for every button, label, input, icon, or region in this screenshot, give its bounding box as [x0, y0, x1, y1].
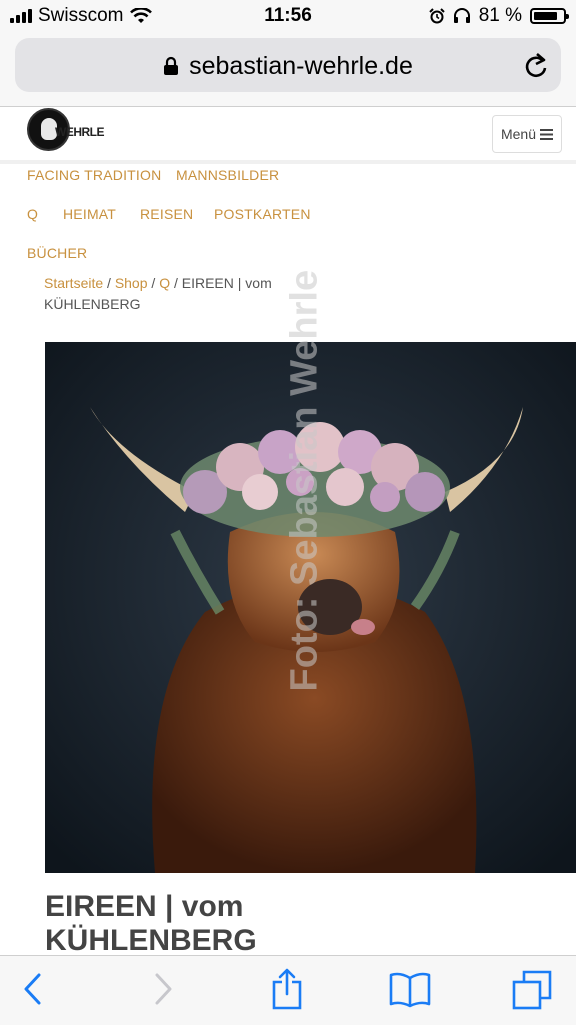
- product-title-line1: EIREEN | vom: [45, 890, 244, 923]
- nav-item-mannsbilder[interactable]: MANNSBILDER: [176, 167, 279, 183]
- status-bar: Swisscom 11:56 81 %: [0, 0, 576, 34]
- breadcrumb-category[interactable]: Q: [159, 275, 170, 291]
- nav-item-reisen[interactable]: REISEN: [140, 206, 193, 222]
- breadcrumb: Startseite / Shop / Q / EIREEN | vom KÜH…: [44, 273, 304, 315]
- back-chevron-icon[interactable]: [22, 972, 44, 1006]
- header-divider: [0, 160, 576, 164]
- bookmarks-icon[interactable]: [388, 970, 432, 1008]
- nav-item-facing-tradition[interactable]: FACING TRADITION: [27, 167, 161, 183]
- status-right: 81 %: [428, 5, 569, 27]
- forward-chevron-icon[interactable]: [152, 972, 174, 1006]
- product-title: EIREEN | vom KÜHLENBERG: [45, 890, 257, 958]
- nav-item-heimat[interactable]: HEIMAT: [63, 206, 116, 222]
- headphones-icon: [453, 8, 470, 23]
- alarm-icon: [428, 8, 445, 24]
- menu-label: Menü: [500, 126, 537, 142]
- breadcrumb-shop[interactable]: Shop: [115, 275, 148, 291]
- nav-item-q[interactable]: Q: [27, 206, 38, 222]
- logo-text: WEHRLE: [55, 125, 105, 139]
- site-header: WEHRLE Menü: [0, 107, 576, 161]
- breadcrumb-separator: /: [107, 275, 111, 291]
- image-watermark: Foto: Sebastian Wehrle: [283, 269, 326, 692]
- url-text: sebastian-wehrle.de: [189, 52, 413, 80]
- battery-icon: [530, 8, 569, 24]
- breadcrumb-home[interactable]: Startseite: [44, 275, 103, 291]
- breadcrumb-separator: /: [151, 275, 156, 291]
- url-display[interactable]: sebastian-wehrle.de: [15, 52, 561, 81]
- share-icon[interactable]: [270, 968, 304, 1010]
- address-bar[interactable]: sebastian-wehrle.de: [15, 38, 561, 92]
- hamburger-icon: [540, 128, 554, 140]
- product-title-line2: KÜHLENBERG: [45, 924, 257, 957]
- lock-icon: [164, 56, 179, 75]
- tabs-icon[interactable]: [512, 970, 552, 1010]
- reload-icon[interactable]: [523, 51, 549, 79]
- battery-percent: 81 %: [478, 5, 522, 26]
- nav-item-buecher[interactable]: BÜCHER: [27, 245, 87, 261]
- browser-toolbar: [0, 955, 576, 1025]
- breadcrumb-separator: /: [173, 275, 178, 291]
- browser-chrome: sebastian-wehrle.de: [0, 34, 576, 107]
- menu-button[interactable]: Menü: [492, 115, 562, 153]
- nav-item-postkarten[interactable]: POSTKARTEN: [214, 206, 311, 222]
